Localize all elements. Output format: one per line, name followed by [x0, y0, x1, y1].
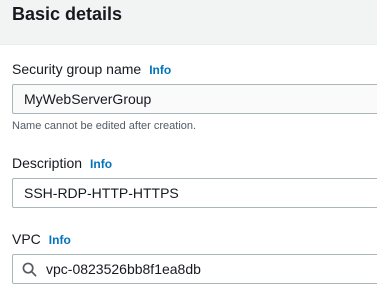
security-group-name-label: Security group name Info — [12, 61, 171, 77]
security-group-name-label-text: Security group name — [12, 61, 142, 77]
security-group-name-value: MyWebServerGroup — [24, 91, 152, 107]
description-info-link[interactable]: Info — [90, 157, 112, 171]
vpc-select[interactable]: vpc-0823526bb8f1ea8db — [12, 254, 377, 284]
vpc-value: vpc-0823526bb8f1ea8db — [46, 261, 201, 277]
security-group-name-field[interactable]: MyWebServerGroup — [12, 84, 377, 114]
security-group-name-info-link[interactable]: Info — [149, 63, 171, 77]
description-value: SSH-RDP-HTTP-HTTPS — [24, 185, 179, 201]
vpc-label: VPC Info — [12, 231, 71, 247]
description-label: Description Info — [12, 155, 112, 171]
vpc-label-text: VPC — [12, 231, 41, 247]
description-field[interactable]: SSH-RDP-HTTP-HTTPS — [12, 178, 377, 208]
search-icon — [22, 262, 37, 277]
description-label-text: Description — [12, 155, 83, 171]
section-header: Basic details — [0, 0, 377, 45]
section-title: Basic details — [12, 4, 123, 24]
security-group-name-hint: Name cannot be edited after creation. — [12, 120, 197, 132]
vpc-info-link[interactable]: Info — [49, 233, 71, 247]
